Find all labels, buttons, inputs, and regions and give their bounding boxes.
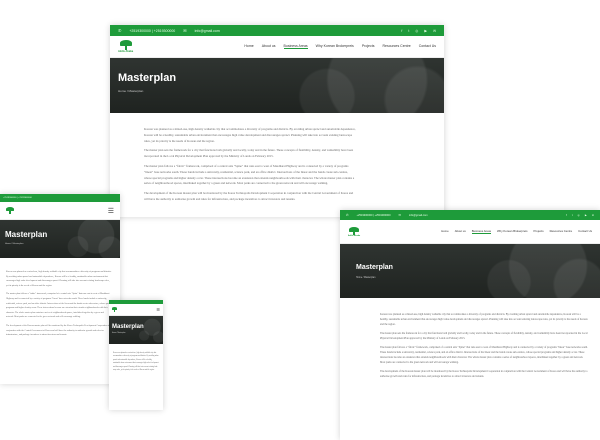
facebook-icon[interactable]: f (566, 214, 567, 217)
page-title: Masterplan (112, 324, 144, 330)
phone-text: +2519300000 | +2519300000 (3, 197, 32, 199)
mail-icon[interactable]: ✉ (592, 214, 594, 217)
nav-item-contact[interactable]: Contact Us (419, 44, 436, 49)
nav-item-resources[interactable]: Resources Centre (550, 229, 573, 234)
paragraph: The master plan follows a "fabric" frame… (380, 346, 588, 364)
page-content: Korean was planned as a mixed-use, high … (340, 298, 600, 379)
youtube-icon[interactable]: ▶ (585, 214, 587, 217)
page-content: Korean was planned as a mixed-use, high … (109, 344, 163, 372)
nav-menu: Home About us Business Areas Why Korean … (441, 229, 592, 234)
logo-text: Addis Ababa (348, 234, 361, 237)
instagram-icon[interactable]: ◎ (415, 29, 418, 33)
page-title: Masterplan (356, 264, 393, 271)
email-icon: ✉ (398, 213, 402, 217)
top-bar: +2519300000 | +2519300000 (0, 194, 120, 202)
nav-item-projects[interactable]: Projects (362, 44, 375, 49)
paragraph: Korean was planned as a mixed-use, high … (113, 353, 159, 372)
hamburger-menu-icon[interactable]: ☰ (156, 307, 160, 312)
youtube-icon[interactable]: ▶ (424, 29, 427, 33)
breadcrumb: Home / Masterplan (118, 89, 144, 93)
phone-text: +2519300000 | +2519300000 (356, 213, 391, 217)
paragraph: Korean was planned as a mixed-use, high … (6, 271, 112, 287)
tablet-preview: +2519300000 | +2519300000 ☰ Masterplan H… (0, 194, 120, 384)
nav-item-why-korean[interactable]: Why Korean Brokerpreis (316, 44, 354, 49)
main-nav-bar: Addis Ababa Home About us Business Areas… (340, 220, 600, 244)
paragraph: The master plan follows a "fabric" frame… (144, 163, 355, 186)
paragraph: Korean was planned as a mixed-use, high … (380, 313, 588, 326)
mail-icon[interactable]: ✉ (433, 29, 436, 33)
logo-text: Addis Ababa (118, 50, 134, 53)
laptop-preview: ✆ +2519300000 | +2519300000 ✉ info@gmail… (340, 210, 600, 440)
page-hero: Masterplan Home / Masterplan (340, 244, 600, 298)
nav-item-resources[interactable]: Resources Centre (382, 44, 410, 49)
email-icon: ✉ (183, 28, 187, 33)
nav-item-about[interactable]: About us (455, 229, 466, 234)
page-hero: Masterplan Home / Masterplan (0, 220, 120, 258)
email-text: info@gmail.com (409, 213, 428, 217)
hamburger-menu-icon[interactable]: ☰ (108, 207, 114, 215)
page-hero: Masterplan Home / Masterplan (110, 58, 444, 113)
nav-item-about[interactable]: About us (262, 44, 276, 49)
email-text: info@gmail.com (194, 28, 220, 33)
paragraph: Korean was planned as a mixed-use, high … (144, 127, 356, 143)
site-logo[interactable] (112, 307, 117, 312)
breadcrumb: Home / Masterplan (5, 243, 24, 245)
nav-menu: Home About us Business Areas Why Korean … (244, 44, 436, 49)
page-title: Masterplan (118, 72, 177, 84)
page-title: Masterplan (5, 230, 48, 239)
breadcrumb: Home / Masterplan (356, 277, 376, 279)
page-hero: Masterplan Home / Masterplan (109, 316, 163, 344)
main-nav-bar: ☰ (109, 304, 163, 316)
page-content: Korean was planned as a mixed-use, high … (110, 113, 444, 203)
paragraph: The master plan sets the framework for a… (144, 148, 354, 159)
paragraph: The master plan follows a "fabric" frame… (6, 293, 112, 319)
nav-item-projects[interactable]: Projects (534, 229, 544, 234)
paragraph: The development of the Korean master pla… (6, 324, 110, 337)
main-nav-bar: ☰ (0, 202, 120, 220)
paragraph: The development of the Korean master pla… (144, 191, 354, 201)
top-bar: ✆ +2519300000 | +2519300000 ✉ info@gmail… (110, 25, 444, 36)
paragraph: The master plan sets the framework for a… (380, 332, 588, 340)
nav-item-contact[interactable]: Contact Us (578, 229, 592, 234)
top-bar: ✆ +2519300000 | +2519300000 ✉ info@gmail… (340, 210, 600, 220)
page-content: Korean was planned as a mixed-use, high … (0, 258, 120, 338)
twitter-icon[interactable]: t (408, 29, 409, 33)
nav-item-business-areas[interactable]: Business Areas (283, 44, 308, 49)
site-logo[interactable]: Addis Ababa (118, 40, 133, 53)
twitter-icon[interactable]: t (572, 214, 573, 217)
site-logo[interactable]: Addis Ababa (348, 226, 361, 237)
nav-item-business-areas[interactable]: Business Areas (471, 229, 492, 234)
desktop-preview: ✆ +2519300000 | +2519300000 ✉ info@gmail… (110, 25, 444, 217)
instagram-icon[interactable]: ◎ (578, 214, 580, 217)
nav-item-home[interactable]: Home (441, 229, 448, 234)
phone-text: +2519300000 | +2519300000 (129, 28, 176, 33)
phone-icon: ✆ (118, 28, 122, 33)
main-nav-bar: Addis Ababa Home About us Business Areas… (110, 36, 444, 58)
nav-item-home[interactable]: Home (244, 44, 253, 49)
facebook-icon[interactable]: f (401, 29, 402, 33)
nav-item-why-korean[interactable]: Why Korean Brokerpreis (497, 229, 527, 234)
phone-icon: ✆ (346, 213, 349, 217)
breadcrumb: Home / Masterplan (112, 333, 126, 334)
site-logo[interactable] (6, 207, 14, 214)
mobile-preview: ☰ Masterplan Home / Masterplan Korean wa… (109, 300, 163, 410)
paragraph: The development of the Korean master pla… (380, 370, 588, 378)
